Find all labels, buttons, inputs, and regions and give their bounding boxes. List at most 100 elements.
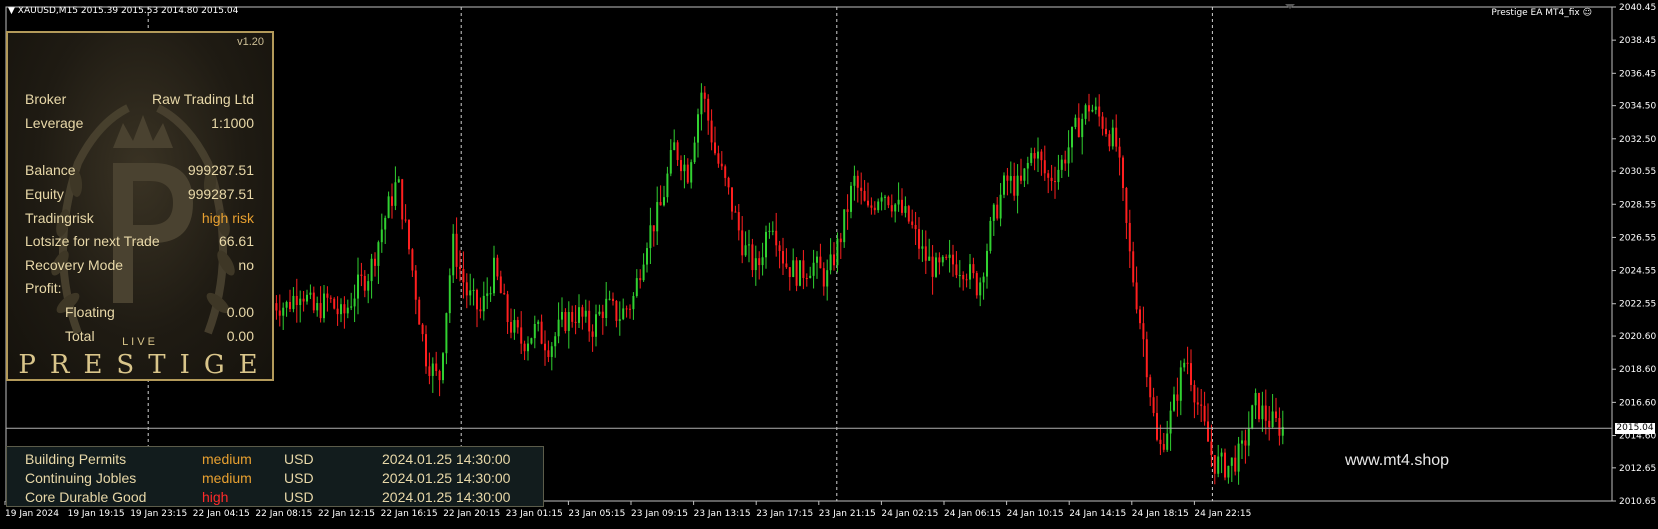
candle-body [955, 264, 958, 276]
candle-body [907, 206, 910, 222]
candle-body [482, 295, 485, 312]
candle-body [1261, 405, 1264, 420]
candle-body [340, 304, 342, 315]
candle-body [1094, 106, 1097, 110]
candle-body [1026, 162, 1029, 169]
candle-body [448, 275, 451, 314]
candle-body [914, 224, 917, 230]
candle-body [700, 92, 703, 115]
candle-body [462, 269, 465, 283]
news-impact: high [202, 489, 229, 505]
candle-body [513, 320, 516, 333]
version-label: v1.20 [237, 36, 264, 48]
y-tick-label: 2024.55 [1619, 267, 1656, 277]
candle-body [918, 229, 920, 249]
candle-body [1077, 117, 1080, 138]
candle-body [1207, 421, 1209, 442]
candle-body [1030, 153, 1033, 163]
candle-body [557, 319, 560, 337]
candle-body [285, 301, 288, 308]
candle-body [601, 311, 604, 319]
candle-body [1224, 452, 1226, 478]
candle-body [1244, 440, 1247, 446]
candle-body [578, 307, 580, 323]
panel-row-key: Profit: [25, 280, 62, 296]
candle-body [863, 190, 866, 201]
candle-body [472, 289, 475, 291]
candle-body [860, 187, 863, 191]
candle-body [544, 343, 546, 351]
candle-body [805, 277, 808, 279]
candle-body [1176, 394, 1179, 401]
dropdown-arrow-icon[interactable]: ▼ [8, 6, 15, 16]
candle-body [642, 264, 645, 281]
candle-body [894, 204, 897, 212]
y-tick-label: 2038.45 [1619, 36, 1656, 46]
candle-body [278, 310, 281, 316]
candle-body [306, 294, 308, 302]
candle-body [1179, 367, 1182, 401]
smiley-icon: ☺ [1579, 8, 1592, 18]
y-tick-label: 2020.60 [1619, 332, 1656, 342]
candle-body [1227, 465, 1230, 478]
panel-row-key: Leverage [25, 115, 84, 131]
candle-body [360, 274, 363, 276]
candle-body [782, 251, 784, 264]
panel-row-value: 1:1000 [211, 115, 254, 131]
candle-body [295, 295, 298, 306]
ea-label[interactable]: Prestige EA MT4_fix ☺ [1491, 8, 1592, 18]
panel-row: Equity 999287.51 [25, 186, 254, 204]
candle-body [1084, 105, 1087, 119]
candle-body [659, 202, 662, 206]
x-tick-label: 23 Jan 21:15 [819, 509, 876, 519]
candle-body [952, 254, 954, 265]
candle-body [788, 267, 791, 278]
panel-row-value: high risk [201, 210, 254, 226]
candle-body [418, 299, 421, 325]
candle-body [316, 303, 319, 311]
candle-body [561, 311, 563, 320]
candle-body [510, 322, 512, 333]
candle-body [880, 197, 883, 202]
candle-body [1118, 146, 1121, 158]
y-tick-label: 2040.45 [1619, 3, 1656, 13]
y-tick-label: 2022.55 [1619, 300, 1656, 310]
candle-body [309, 292, 312, 295]
candle-body [540, 321, 543, 344]
candle-body [669, 150, 672, 174]
candle-body [754, 258, 757, 271]
candle-body [336, 308, 339, 315]
candle-body [1251, 405, 1254, 429]
candle-body [469, 290, 472, 296]
panel-row-key: Balance [25, 162, 76, 178]
candle-body [302, 298, 305, 302]
candle-body [958, 274, 961, 276]
news-event: Building Permits [25, 451, 127, 467]
candle-body [921, 246, 924, 249]
candle-body [493, 257, 495, 294]
candle-body [459, 266, 461, 270]
candle-body [397, 179, 400, 183]
candle-body [1139, 309, 1141, 324]
candle-body [625, 308, 628, 310]
candle-body [843, 209, 846, 243]
candle-body [442, 353, 444, 381]
x-tick-label: 22 Jan 16:15 [381, 509, 438, 519]
candle-body [588, 310, 591, 332]
panel-row-value: 66.61 [218, 233, 254, 249]
candle-body [986, 250, 988, 277]
news-currency: USD [284, 470, 314, 486]
panel-row: Leverage 1:1000 [25, 115, 254, 133]
candle-body [1037, 151, 1039, 159]
candle-body [1203, 405, 1206, 422]
candle-body [802, 260, 805, 278]
candle-body [989, 220, 992, 251]
news-time: 2024.01.25 14:30:00 [382, 489, 511, 505]
candle-body [326, 293, 329, 298]
y-tick-label: 2026.55 [1619, 233, 1656, 243]
candle-body [1190, 363, 1192, 385]
candle-body [350, 306, 353, 308]
candle-body [319, 303, 322, 319]
candle-body [901, 199, 903, 213]
candle-body [618, 319, 621, 321]
